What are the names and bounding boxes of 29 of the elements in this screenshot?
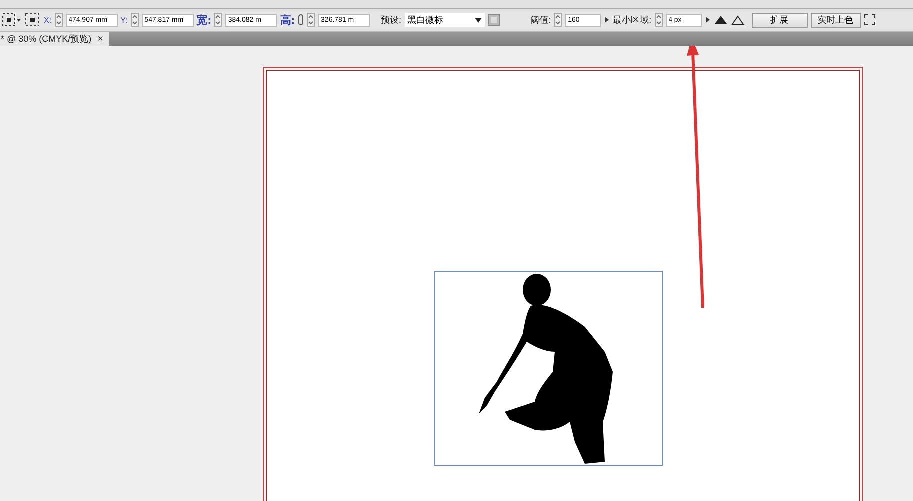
spinner-icon[interactable]: [214, 13, 222, 27]
live-paint-button[interactable]: 实时上色: [810, 12, 861, 28]
document-tab[interactable]: * @ 30% (CMYK/预览) ×: [0, 32, 108, 46]
outline-triangle-icon[interactable]: [730, 14, 745, 26]
spinner-icon[interactable]: [307, 13, 316, 27]
spinner-icon[interactable]: [130, 13, 139, 27]
link-icon[interactable]: [298, 14, 304, 26]
filled-triangle-icon[interactable]: [714, 14, 728, 26]
threshold-label: 阈值:: [530, 14, 552, 26]
slider-arrow-icon[interactable]: [604, 16, 610, 24]
selection-box[interactable]: [434, 271, 663, 466]
expand-corners-icon[interactable]: [864, 14, 876, 26]
expand-button[interactable]: 扩展: [752, 12, 808, 28]
transform-grid-icon[interactable]: [25, 13, 41, 27]
field-label: Y:: [120, 16, 128, 24]
field-label: 高:: [280, 14, 296, 28]
spinner-icon[interactable]: [554, 13, 562, 27]
field-label: 宽:: [196, 14, 212, 28]
min-area-label: 最小区域:: [613, 14, 652, 26]
field-label: X:: [44, 16, 52, 24]
spinner-icon[interactable]: [54, 13, 63, 27]
reference-point-icon[interactable]: [2, 13, 22, 27]
slider-arrow-icon[interactable]: [704, 16, 711, 24]
tracing-options-icon[interactable]: [488, 14, 500, 26]
close-tab-button[interactable]: ×: [98, 34, 104, 44]
preset-dropdown[interactable]: 黑白微标: [404, 13, 485, 27]
caret-icon[interactable]: [474, 18, 482, 22]
spinner-icon[interactable]: [654, 13, 663, 27]
preset-label: 预设:: [381, 14, 402, 26]
